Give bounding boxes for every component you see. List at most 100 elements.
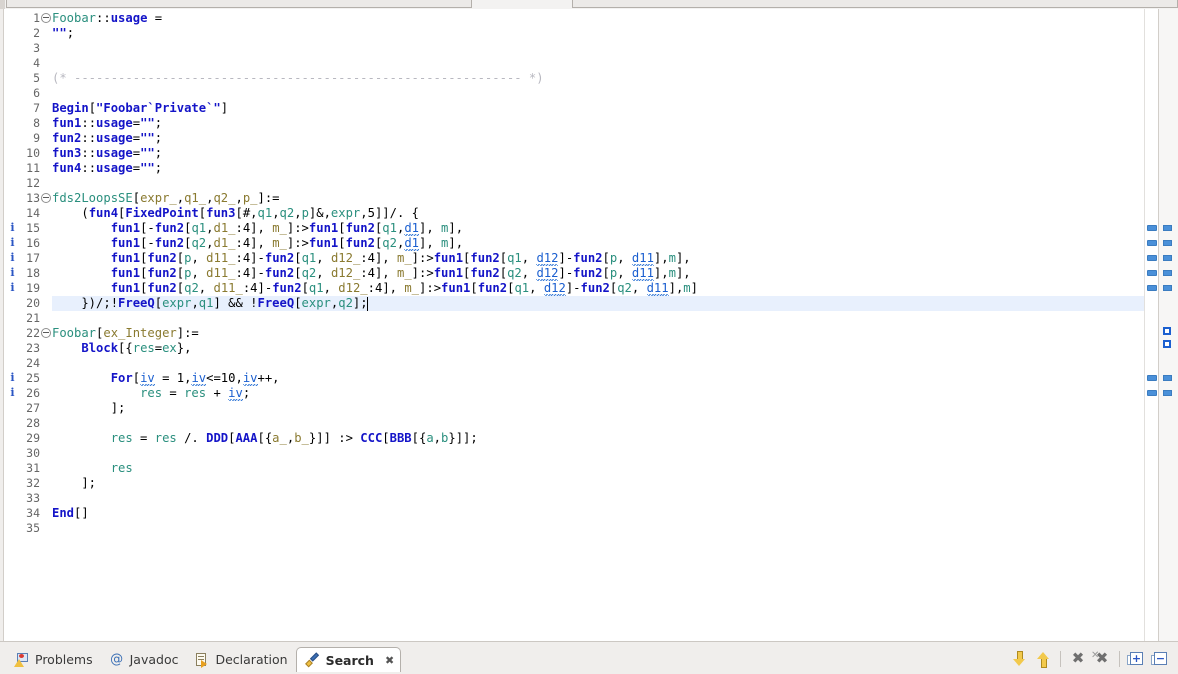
code-line[interactable]: (* -------------------------------------… xyxy=(52,71,544,86)
code-line[interactable]: fun1[fun2[p, d11_:4]-fun2[q1, d12_:4], m… xyxy=(52,251,691,266)
bottom-tab-list[interactable]: Problems@Javadoc Declaration Search✖ xyxy=(6,646,401,672)
fold-collapse-icon[interactable] xyxy=(41,13,51,23)
code-line[interactable]: For[iv = 1,iv<=10,iv++, xyxy=(52,371,280,386)
code-line[interactable]: fun1[-fun2[q2,d1_:4], m_]:>fun1[fun2[q2,… xyxy=(52,236,463,251)
line-number: 14 xyxy=(18,206,40,221)
code-token: ] && ! xyxy=(213,296,257,310)
info-marker-icon[interactable]: i xyxy=(8,371,17,385)
code-line[interactable]: fun1[-fun2[q1,d1_:4], m_]:>fun1[fun2[q1,… xyxy=(52,221,463,236)
collapse-all-button[interactable]: − xyxy=(1150,648,1172,670)
overview-ruler-mark[interactable] xyxy=(1163,255,1172,261)
code-line[interactable]: })/;!FreeQ[expr,q1] && !FreeQ[expr,q2]; xyxy=(52,296,368,311)
show-next-match-button[interactable] xyxy=(1008,648,1030,670)
code-token: ex xyxy=(162,341,177,355)
code-token: usage xyxy=(96,161,133,175)
close-icon[interactable]: ✖ xyxy=(383,654,396,667)
code-token: p xyxy=(302,206,309,220)
info-marker-icon[interactable]: i xyxy=(8,266,17,280)
editor-tab-partial-left[interactable] xyxy=(6,0,472,8)
overview-ruler-mark[interactable] xyxy=(1163,225,1172,231)
code-token: m xyxy=(669,251,676,265)
tab-strip-nub xyxy=(0,0,5,9)
code-line[interactable]: fun3::usage=""; xyxy=(52,146,162,161)
fold-collapse-icon[interactable] xyxy=(41,193,51,203)
overview-ruler-mark[interactable] xyxy=(1163,390,1172,396)
code-token: [ xyxy=(470,281,477,295)
code-line[interactable]: res xyxy=(52,461,133,476)
overview-ruler-box-mark[interactable] xyxy=(1163,327,1171,335)
code-token: [ xyxy=(382,431,389,445)
code-line[interactable]: fun1[fun2[q2, d11_:4]-fun2[q1, d12_:4], … xyxy=(52,281,698,296)
code-line[interactable]: End[] xyxy=(52,506,89,521)
code-token: FixedPoint xyxy=(125,206,198,220)
tab-search[interactable]: Search✖ xyxy=(296,647,402,672)
arrow-up-icon xyxy=(1038,651,1048,667)
code-token: fun1 xyxy=(111,281,140,295)
code-token: d11 xyxy=(632,266,654,280)
annotation-gutter[interactable]: iiiiiii xyxy=(5,9,18,641)
code-token: = xyxy=(133,116,140,130)
folding-ruler[interactable] xyxy=(40,9,52,641)
code-line[interactable]: Foobar[ex_Integer]:= xyxy=(52,326,199,341)
code-token: }]]; xyxy=(448,431,477,445)
code-line[interactable]: res = res /. DDD[AAA[{a_,b_}]] :> CCC[BB… xyxy=(52,431,478,446)
overview-ruler[interactable] xyxy=(1158,9,1178,641)
problems-icon xyxy=(14,652,30,668)
code-token: , xyxy=(191,251,206,265)
fold-collapse-icon[interactable] xyxy=(41,328,51,338)
code-token: fun2 xyxy=(573,251,602,265)
code-line[interactable]: fun1::usage=""; xyxy=(52,116,162,131)
overview-ruler-box-mark[interactable] xyxy=(1163,340,1171,348)
code-token: d12_ xyxy=(331,251,360,265)
source-editor[interactable]: iiiiiii 12345678910111213141516171819202… xyxy=(0,9,1178,641)
editor-tab-partial-right[interactable] xyxy=(572,0,1178,8)
expand-all-button[interactable]: + xyxy=(1126,648,1148,670)
code-text-area[interactable]: Foobar::usage ="";(* -------------------… xyxy=(52,9,1144,641)
code-token: d11_ xyxy=(206,251,235,265)
overview-ruler-mark[interactable] xyxy=(1163,240,1172,246)
code-line[interactable]: fun4::usage=""; xyxy=(52,161,162,176)
code-token: fun2 xyxy=(346,221,375,235)
code-line[interactable]: Block[{res=ex}, xyxy=(52,341,191,356)
code-token: :4]- xyxy=(243,281,272,295)
remove-selected-matches-button[interactable]: ✖ xyxy=(1067,648,1089,670)
code-token: iv xyxy=(228,386,243,400)
show-previous-match-button[interactable] xyxy=(1032,648,1054,670)
tab-label: Declaration xyxy=(215,652,287,667)
code-token: fun3 xyxy=(206,206,235,220)
tab-problems[interactable]: Problems xyxy=(6,647,101,672)
info-marker-icon[interactable]: i xyxy=(8,221,17,235)
code-line[interactable]: res = res + iv; xyxy=(52,386,250,401)
toolbar-separator xyxy=(1060,651,1061,667)
info-marker-icon[interactable]: i xyxy=(8,251,17,265)
code-token: ; xyxy=(155,131,162,145)
overview-ruler-mark[interactable] xyxy=(1163,270,1172,276)
code-line[interactable]: ""; xyxy=(52,26,74,41)
code-line[interactable]: fun2::usage=""; xyxy=(52,131,162,146)
code-token xyxy=(52,251,111,265)
code-token: "" xyxy=(52,26,67,40)
code-token: ] xyxy=(691,281,698,295)
code-token: Foobar xyxy=(52,11,96,25)
info-marker-icon[interactable]: i xyxy=(8,386,17,400)
overview-ruler-mark[interactable] xyxy=(1163,285,1172,291)
tab-javadoc[interactable]: @Javadoc xyxy=(101,647,187,672)
code-line[interactable]: ]; xyxy=(52,476,96,491)
code-line[interactable]: fds2LoopsSE[expr_,q1_,q2_,p_]:= xyxy=(52,191,280,206)
code-token: fun2 xyxy=(155,221,184,235)
remove-all-matches-button[interactable]: ✖ xyxy=(1091,648,1113,670)
code-token: usage xyxy=(111,11,148,25)
code-token: ; xyxy=(155,161,162,175)
overview-ruler-mark[interactable] xyxy=(1163,375,1172,381)
code-line[interactable]: (fun4[FixedPoint[fun3[#,q1,q2,p]&,expr,5… xyxy=(52,206,419,221)
search-view-toolbar[interactable]: ✖✖ +− xyxy=(1008,648,1172,670)
code-line[interactable]: Begin["Foobar`Private`"] xyxy=(52,101,228,116)
info-marker-icon[interactable]: i xyxy=(8,281,17,295)
code-line[interactable]: ]; xyxy=(52,401,125,416)
code-line[interactable]: Foobar::usage = xyxy=(52,11,162,26)
code-line[interactable]: fun1[fun2[p, d11_:4]-fun2[q2, d12_:4], m… xyxy=(52,266,691,281)
tab-declaration[interactable]: Declaration xyxy=(186,647,295,672)
info-marker-icon[interactable]: i xyxy=(8,236,17,250)
code-token: :: xyxy=(81,116,96,130)
code-token: :4]- xyxy=(236,251,265,265)
